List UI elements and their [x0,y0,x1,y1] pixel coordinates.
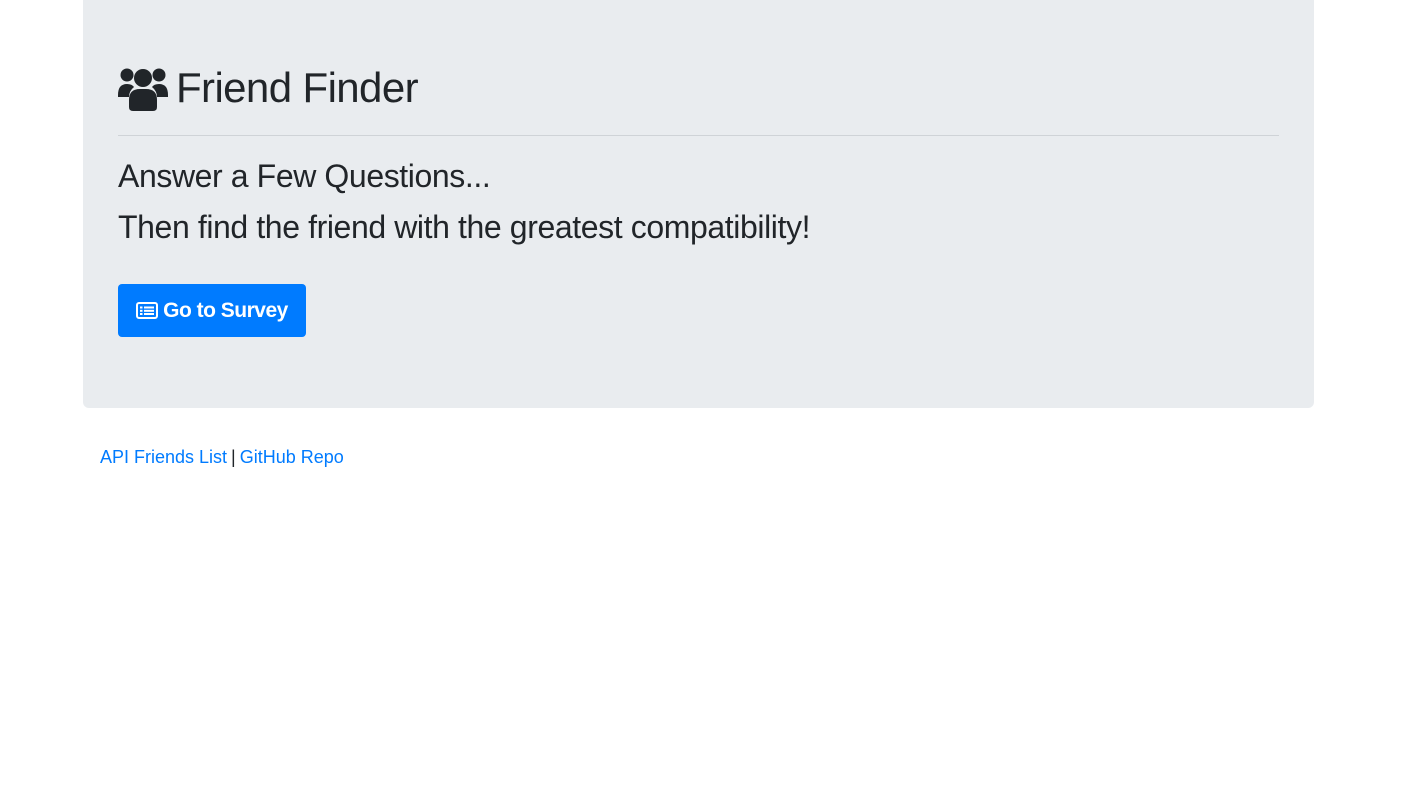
intro-line-2: Then find the friend with the greatest c… [118,209,811,245]
github-repo-link[interactable]: GitHub Repo [240,447,344,467]
users-icon [118,65,168,111]
list-alt-icon [136,302,159,319]
page-title: Friend Finder [176,64,419,111]
page-title-row: Friend Finder [118,62,419,114]
divider [118,135,1279,136]
footer-separator: | [231,447,236,467]
go-to-survey-label: Go to Survey [163,298,288,322]
go-to-survey-button[interactable]: Go to Survey [118,284,306,337]
intro-line-1: Answer a Few Questions... [118,158,491,194]
footer: API Friends List | GitHub Repo [100,445,344,469]
api-friends-list-link[interactable]: API Friends List [100,447,227,467]
jumbotron: Friend Finder Answer a Few Questions... … [83,0,1314,408]
